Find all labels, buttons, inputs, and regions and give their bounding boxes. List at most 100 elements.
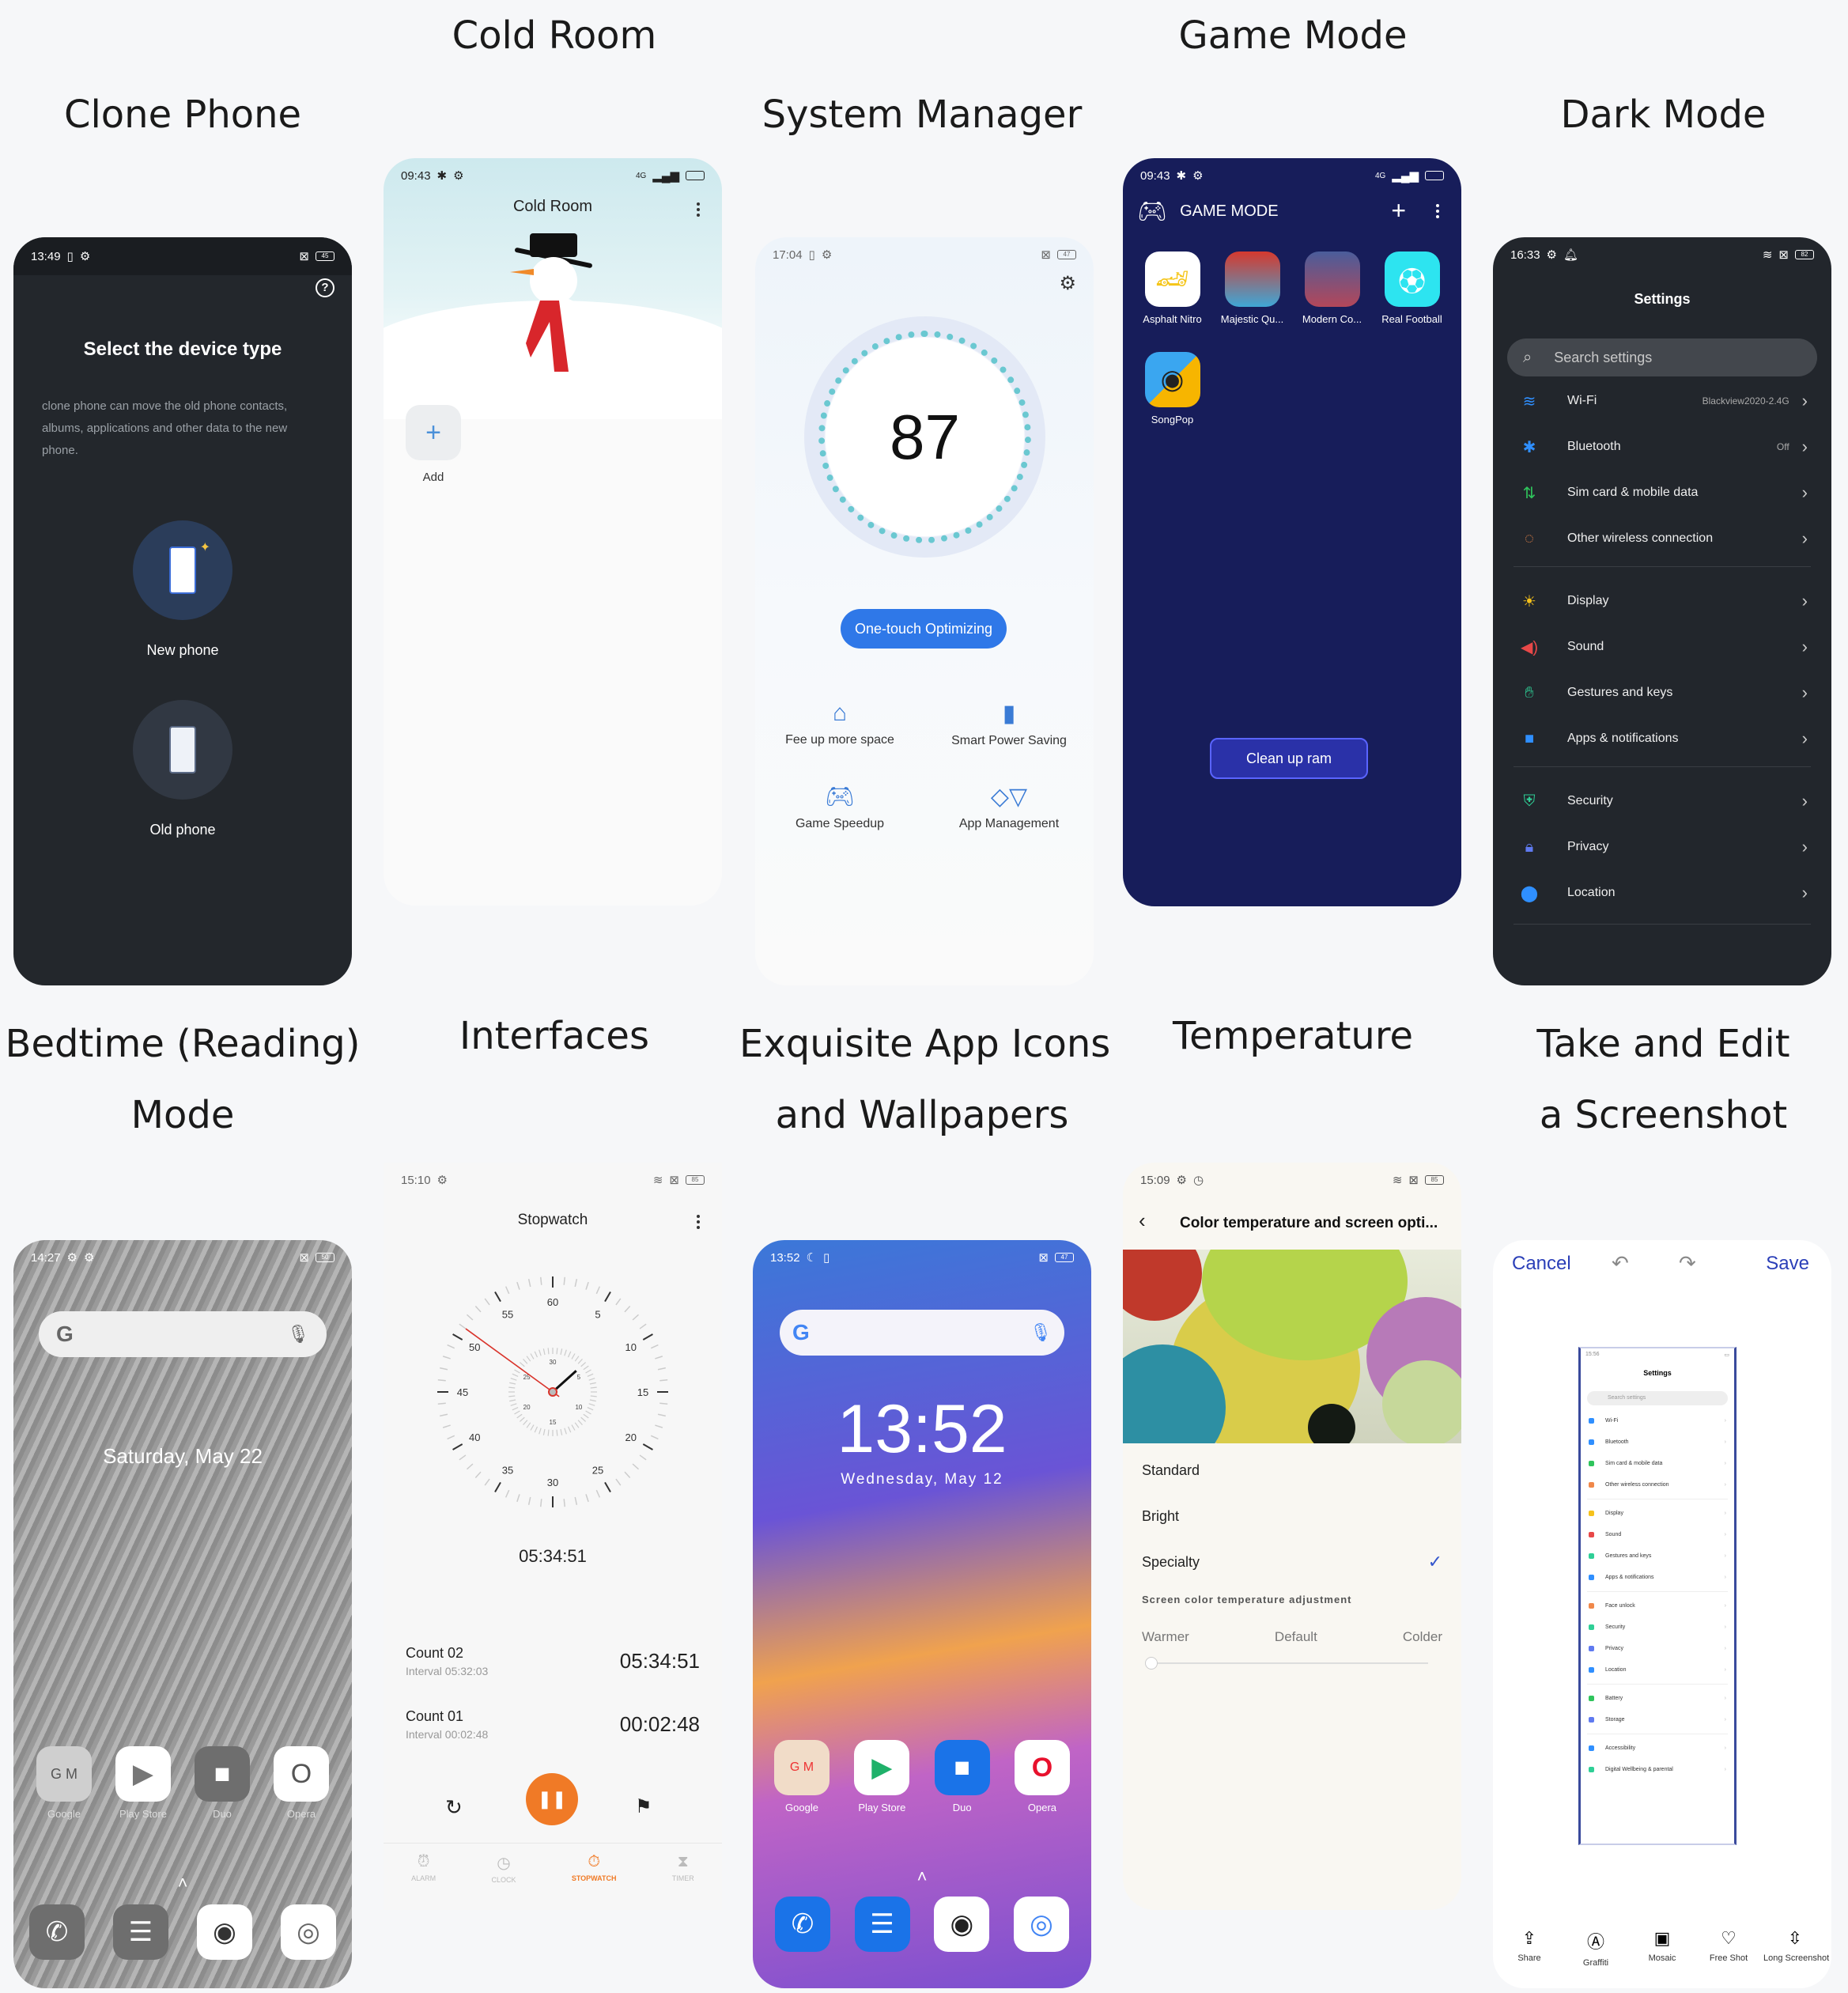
inner-dial-label: 5 — [577, 1374, 581, 1381]
free-shot-tool[interactable]: ♡ Free Shot — [1697, 1928, 1760, 1968]
settings-button[interactable]: ⚙ — [1059, 272, 1076, 295]
back-button[interactable]: ‹ — [1139, 1208, 1146, 1233]
graffiti-tool[interactable]: Ⓐ Graffiti — [1564, 1928, 1627, 1968]
mode-standard[interactable]: Standard — [1123, 1447, 1461, 1493]
phone-app-icon[interactable]: ✆ — [29, 1904, 85, 1960]
setting-bluetooth[interactable]: ✱ Bluetooth Off › — [1493, 424, 1831, 470]
chevron-right-icon: › — [1801, 883, 1808, 902]
setting-apps[interactable]: ■ Apps & notifications › — [1493, 716, 1831, 762]
phone-app-icon[interactable]: ✆ — [775, 1897, 830, 1952]
dial-tick — [516, 1281, 520, 1290]
game-real-football[interactable]: ⚽︎ Real Football — [1377, 251, 1447, 325]
new-phone-option[interactable]: ✦ New phone — [13, 520, 352, 659]
app-google[interactable]: G M Google — [767, 1740, 837, 1813]
battery-icon: 47 — [1055, 1253, 1074, 1262]
mic-icon[interactable]: 🎙︎ — [1030, 1322, 1052, 1343]
add-game-button[interactable]: + — [1391, 196, 1406, 225]
game-songpop[interactable]: ◉ SongPop — [1138, 352, 1207, 425]
reset-button[interactable]: ↻ — [445, 1795, 463, 1820]
tab-stopwatch[interactable]: ⏱︎ STOPWATCH — [572, 1853, 617, 1884]
app-drawer-arrow-icon[interactable]: ˄ — [753, 1866, 1091, 1887]
screenshot-preview[interactable]: 15:56 ▭ Settings Search settings Wi-Fi › Bl… — [1578, 1347, 1737, 1845]
google-search-bar[interactable]: G 🎙︎ — [39, 1311, 327, 1357]
mode-bright[interactable]: Bright — [1123, 1493, 1461, 1539]
cancel-button[interactable]: Cancel — [1512, 1253, 1571, 1275]
mosaic-tool[interactable]: ▣ Mosaic — [1631, 1928, 1694, 1968]
messages-app-icon[interactable]: ☰ — [854, 1897, 910, 1952]
setting-privacy[interactable]: 🔒︎ Privacy › — [1493, 824, 1831, 870]
setting-security[interactable]: ⛨ Security › — [1493, 778, 1831, 824]
setting-location[interactable]: ⬤ Location › — [1493, 870, 1831, 916]
songpop-icon: ◉ — [1144, 352, 1200, 407]
setting-display[interactable]: ☀ Display › — [1493, 578, 1831, 624]
setting-label: Sound — [1567, 640, 1604, 653]
help-button[interactable]: ? — [316, 278, 334, 297]
app-label: Opera — [286, 1808, 316, 1820]
mic-icon[interactable]: 🎙︎ — [287, 1324, 309, 1344]
preview-divider — [1587, 1684, 1728, 1685]
inner-dial-tick — [577, 1358, 583, 1364]
game-majestic-quest[interactable]: Majestic Qu... — [1218, 251, 1287, 325]
slider-thumb[interactable] — [1145, 1657, 1158, 1670]
app-drawer-arrow-icon[interactable]: ˄ — [13, 1873, 352, 1893]
add-button[interactable]: + — [406, 405, 461, 460]
tab-timer[interactable]: ⧗ TIMER — [672, 1853, 694, 1884]
camera-app-icon[interactable]: ◉ — [197, 1904, 252, 1960]
chrome-app-icon[interactable]: ◎ — [1013, 1897, 1069, 1952]
inner-dial-tick — [526, 1422, 531, 1428]
app-duo[interactable]: ■ Duo — [187, 1746, 257, 1820]
redo-button[interactable]: ↷ — [1679, 1251, 1696, 1276]
tool-label: Long Screenshot — [1763, 1953, 1830, 1963]
dial-label: 5 — [595, 1308, 600, 1320]
dock: ✆ ☰ ◉ ◎ — [775, 1897, 1069, 1952]
game-modern-combat[interactable]: Modern Co... — [1298, 251, 1367, 325]
setting-gestures[interactable]: ✋︎ Gestures and keys › — [1493, 670, 1831, 716]
old-phone-option[interactable]: Old phone — [13, 700, 352, 838]
app-opera[interactable]: O Opera — [266, 1746, 336, 1820]
preview-item: Face unlock › — [1581, 1595, 1734, 1617]
tool-free-space[interactable]: ⌂ Fee up more space — [755, 700, 924, 748]
app-play-store[interactable]: ▶ Play Store — [108, 1746, 178, 1820]
save-button[interactable]: Save — [1766, 1253, 1809, 1275]
dial-tick — [442, 1424, 451, 1428]
setting-sound[interactable]: ◀) Sound › — [1493, 624, 1831, 670]
temperature-slider[interactable] — [1145, 1657, 1428, 1670]
messages-app-icon[interactable]: ☰ — [113, 1904, 168, 1960]
more-menu-button[interactable] — [697, 1215, 700, 1229]
chrome-app-icon[interactable]: ◎ — [281, 1904, 336, 1960]
clean-up-ram-button[interactable]: Clean up ram — [1210, 738, 1368, 779]
setting-wifi[interactable]: ≋ Wi-Fi Blackview2020-2.4G › — [1493, 378, 1831, 424]
app-play-store[interactable]: ▶ Play Store — [847, 1740, 916, 1813]
app-opera[interactable]: O Opera — [1007, 1740, 1077, 1813]
lap-flag-button[interactable]: ⚑ — [635, 1795, 652, 1818]
camera-app-icon[interactable]: ◉ — [934, 1897, 990, 1952]
more-menu-button[interactable] — [697, 202, 700, 217]
game-asphalt-nitro[interactable]: 🏎︎ Asphalt Nitro — [1138, 251, 1207, 325]
undo-button[interactable]: ↶ — [1612, 1251, 1629, 1276]
share-tool[interactable]: ⇪ Share — [1498, 1928, 1561, 1968]
plus-icon: + — [425, 417, 441, 448]
tab-alarm[interactable]: ⏰︎ ALARM — [411, 1853, 436, 1884]
preview-item: Security › — [1581, 1617, 1734, 1638]
preview-item: Accessibility › — [1581, 1738, 1734, 1759]
tool-app-management[interactable]: ◇▽ App Management — [924, 783, 1094, 831]
search-input[interactable]: ⌕ Search settings — [1507, 338, 1817, 376]
inner-dial-tick — [530, 1353, 535, 1360]
google-search-bar[interactable]: G 🎙︎ — [780, 1310, 1064, 1356]
setting-sim[interactable]: ⇅ Sim card & mobile data › — [1493, 470, 1831, 516]
inner-dial-tick — [577, 1420, 583, 1426]
status-bar: 09:43 ✱ ⚙ 4G ▂▄▆ — [384, 158, 722, 193]
tab-clock[interactable]: ◷ CLOCK — [491, 1853, 516, 1884]
tool-power-saving[interactable]: ▮ Smart Power Saving — [924, 700, 1094, 748]
mode-specialty[interactable]: Specialty ✓ — [1123, 1539, 1461, 1585]
app-google[interactable]: G M Google — [29, 1746, 99, 1820]
more-menu-button[interactable] — [1436, 204, 1439, 218]
app-duo[interactable]: ■ Duo — [928, 1740, 997, 1813]
opera-icon: O — [274, 1746, 329, 1802]
one-touch-optimize-button[interactable]: One-touch Optimizing — [841, 609, 1007, 649]
long-screenshot-tool[interactable]: ⇳ Long Screenshot — [1763, 1928, 1830, 1968]
app-row: G M Google ▶ Play Store ■ Duo O Opera — [29, 1746, 336, 1820]
setting-other-wireless[interactable]: ◌ Other wireless connection › — [1493, 516, 1831, 562]
tool-game-speedup[interactable]: 🎮︎ Game Speedup — [755, 783, 924, 831]
pause-button[interactable]: ❚❚ — [526, 1773, 578, 1825]
